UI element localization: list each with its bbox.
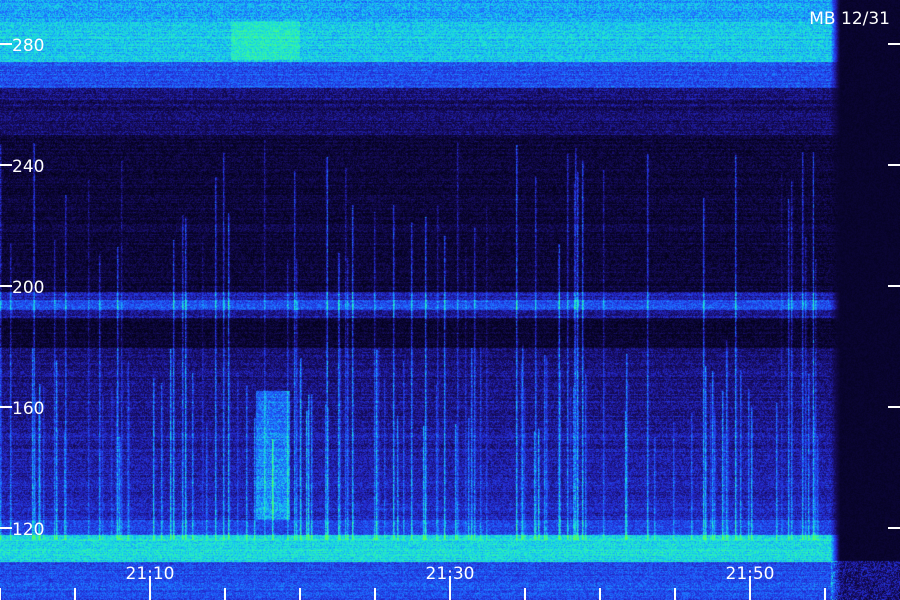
x-tick-label-2150: 21:50 [726, 564, 775, 584]
axis-overlay: MB 12/31 280 240 200 160 120 21:10 21:30… [0, 9, 900, 600]
y-tick-label-120: 120 [12, 520, 44, 540]
x-axis: 21:10 21:30 21:50 [126, 564, 775, 584]
corner-label: MB 12/31 [809, 9, 890, 29]
x-tick-label-2130: 21:30 [426, 564, 475, 584]
x-tick-label-2110: 21:10 [126, 564, 175, 584]
y-tick-label-160: 160 [12, 399, 44, 419]
y-tick-label-280: 280 [12, 36, 44, 56]
x-axis-ticks [0, 576, 826, 600]
y-tick-label-240: 240 [12, 157, 44, 177]
y-tick-label-200: 200 [12, 278, 44, 298]
y-axis: 280 240 200 160 120 [0, 36, 900, 540]
